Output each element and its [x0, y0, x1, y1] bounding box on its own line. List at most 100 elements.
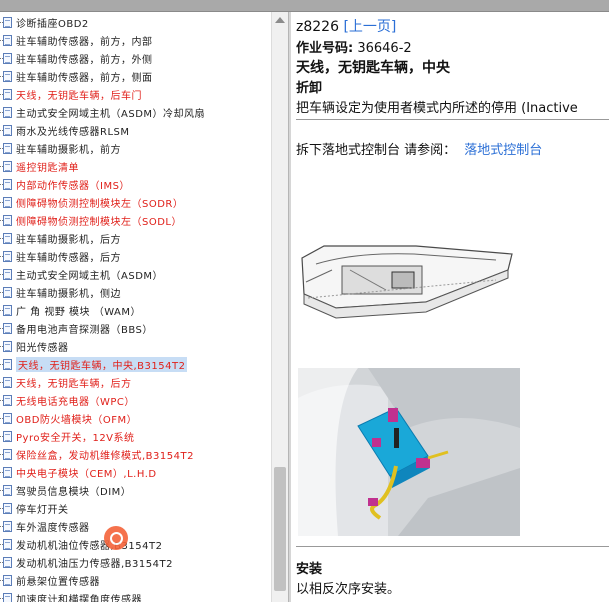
tree-item[interactable]: 发动机机油位传感器,B3154T2 [0, 535, 271, 553]
document-icon [0, 502, 12, 514]
tree-item[interactable]: 无线电话充电器（WPC） [0, 391, 271, 409]
document-icon [0, 556, 12, 568]
document-icon [0, 178, 12, 190]
tree-item[interactable]: 车外温度传感器 [0, 517, 271, 535]
prev-page-link[interactable]: [上一页] [343, 19, 396, 35]
document-icon [0, 412, 12, 424]
console-diagram-image [301, 245, 513, 319]
doc-header-line: z8226 [上一页] [296, 16, 396, 36]
tree-item-label: 发动机机油压力传感器,B3154T2 [16, 558, 173, 570]
step-text: 拆下落地式控制台 请参阅： [296, 143, 457, 158]
document-icon [0, 250, 12, 262]
tree-item[interactable]: 阳光传感器 [0, 337, 271, 355]
tree-item[interactable]: 驻车辅助传感器，前方，内部 [0, 31, 271, 49]
tree-item[interactable]: 驻车辅助摄影机，后方 [0, 229, 271, 247]
tree-item-label: 驻车辅助传感器，前方，内部 [16, 36, 153, 48]
operation-number-value: 36646-2 [357, 41, 412, 56]
document-icon [0, 268, 12, 280]
panel-splitter[interactable] [288, 12, 291, 602]
tree-item-label: 阳光传感器 [16, 342, 69, 354]
document-icon [0, 232, 12, 244]
tree-scrollbar[interactable] [271, 12, 288, 602]
tree-item-label: 主动式安全网域主机（ASDM）冷却风扇 [16, 108, 206, 120]
tree-item-label: 驾驶员信息模块（DIM） [16, 486, 132, 498]
tree-item[interactable]: 保险丝盒，发动机维修模式,B3154T2 [0, 445, 271, 463]
tree-item-label: 备用电池声音探测器（BBS） [16, 324, 153, 336]
floor-console-link[interactable]: 落地式控制台 [464, 143, 542, 158]
document-icon [0, 592, 12, 602]
tree-item[interactable]: Pyro安全开关，12V系统 [0, 427, 271, 445]
tree-item-label: 驻车辅助摄影机，后方 [16, 234, 121, 246]
tree-item-label: 雨水及光线传感器RLSM [16, 126, 130, 138]
tree-item-label: 驻车辅助传感器，前方，侧面 [16, 72, 153, 84]
tree-item-label: 无线电话充电器（WPC） [16, 396, 135, 408]
tree-item[interactable]: 备用电池声音探测器（BBS） [0, 319, 271, 337]
tree-item-label: 保险丝盒，发动机维修模式,B3154T2 [16, 450, 194, 462]
document-icon [0, 142, 12, 154]
document-icon [0, 196, 12, 208]
tree-item-label: 遥控钥匙清单 [16, 162, 79, 174]
document-pane: z8226 [上一页] 作业号码: 36646-2 天线，无钥匙车辆，中央 折卸… [296, 12, 609, 602]
document-icon [0, 376, 12, 388]
document-icon [0, 322, 12, 334]
tree-item[interactable]: 驻车辅助传感器，前方，侧面 [0, 67, 271, 85]
tree-item-label: 诊断插座OBD2 [16, 18, 89, 30]
tree-item[interactable]: 驻车辅助摄影机，前方 [0, 139, 271, 157]
tree-item[interactable]: 内部动作传感器（IMS） [0, 175, 271, 193]
document-icon [0, 340, 12, 352]
tree-item-label: 驻车辅助传感器，前方，外侧 [16, 54, 153, 66]
tree-item[interactable]: 停车灯开关 [0, 499, 271, 517]
tree-item[interactable]: 主动式安全网域主机（ASDM）冷却风扇 [0, 103, 271, 121]
document-icon [0, 88, 12, 100]
tree-item[interactable]: 发动机机油压力传感器,B3154T2 [0, 553, 271, 571]
document-icon [0, 574, 12, 586]
doc-code: z8226 [296, 19, 339, 35]
search-badge-icon[interactable] [104, 526, 128, 550]
tree-item[interactable]: 主动式安全网域主机（ASDM） [0, 265, 271, 283]
tree-item-label: 发动机机油位传感器,B3154T2 [16, 540, 163, 552]
tree-item[interactable]: 天线，无钥匙车辆，后车门 [0, 85, 271, 103]
window-top-bar [0, 0, 609, 12]
document-icon [0, 34, 12, 46]
tree-item-label: 天线，无钥匙车辆，后方 [16, 378, 132, 390]
document-icon [0, 358, 12, 370]
tree-item[interactable]: 中央电子模块（CEM）,L.H.D [0, 463, 271, 481]
tree-item[interactable]: 诊断插座OBD2 [0, 13, 271, 31]
document-icon [0, 52, 12, 64]
tree-item-label: 驻车辅助传感器，后方 [16, 252, 121, 264]
tree-item[interactable]: 天线，无钥匙车辆，后方 [0, 373, 271, 391]
document-icon [0, 520, 12, 532]
antenna-photo [298, 368, 520, 536]
document-icon [0, 106, 12, 118]
tree-item-label: 加速度计和横摆角度传感器 [16, 594, 142, 602]
tree-item-label: Pyro安全开关，12V系统 [16, 432, 135, 444]
tree-item[interactable]: 广 角 视野 模块 （WAM） [0, 301, 271, 319]
step-remove-console: 拆下落地式控制台 请参阅： 落地式控制台 [296, 139, 542, 158]
tree-item[interactable]: 驻车辅助摄影机，侧边 [0, 283, 271, 301]
tree-item[interactable]: 遥控钥匙清单 [0, 157, 271, 175]
tree-item[interactable]: 加速度计和横摆角度传感器 [0, 589, 271, 602]
section-remove-heading: 折卸 [296, 81, 323, 96]
tree-item[interactable]: 天线，无钥匙车辆，中央,B3154T2 [0, 355, 271, 373]
tree-item-label: OBD防火墙模块（OFM） [16, 414, 138, 426]
tree-item[interactable]: 驻车辅助传感器，后方 [0, 247, 271, 265]
tree-item[interactable]: 驾驶员信息模块（DIM） [0, 481, 271, 499]
document-icon [0, 466, 12, 478]
document-icon [0, 394, 12, 406]
tree-item[interactable]: 前悬架位置传感器 [0, 571, 271, 589]
tree-item-label: 前悬架位置传感器 [16, 576, 100, 588]
document-icon [0, 430, 12, 442]
document-icon [0, 160, 12, 172]
tree-item[interactable]: 侧障碍物侦测控制模块左（SODL） [0, 211, 271, 229]
tree-item-label: 驻车辅助摄影机，前方 [16, 144, 121, 156]
scrollbar-thumb[interactable] [274, 467, 286, 591]
tree-item-label: 内部动作传感器（IMS） [16, 180, 130, 192]
document-icon [0, 70, 12, 82]
component-tree: 诊断插座OBD2 驻车辅助传感器，前方，内部 驻车辅助传感器，前方，外侧 驻车辅助传感… [0, 12, 271, 602]
tree-item[interactable]: 驻车辅助传感器，前方，外侧 [0, 49, 271, 67]
document-icon [0, 16, 12, 28]
tree-item[interactable]: OBD防火墙模块（OFM） [0, 409, 271, 427]
tree-item[interactable]: 侧障碍物侦测控制模块左（SODR） [0, 193, 271, 211]
tree-item[interactable]: 雨水及光线传感器RLSM [0, 121, 271, 139]
scroll-up-icon[interactable] [275, 17, 285, 23]
